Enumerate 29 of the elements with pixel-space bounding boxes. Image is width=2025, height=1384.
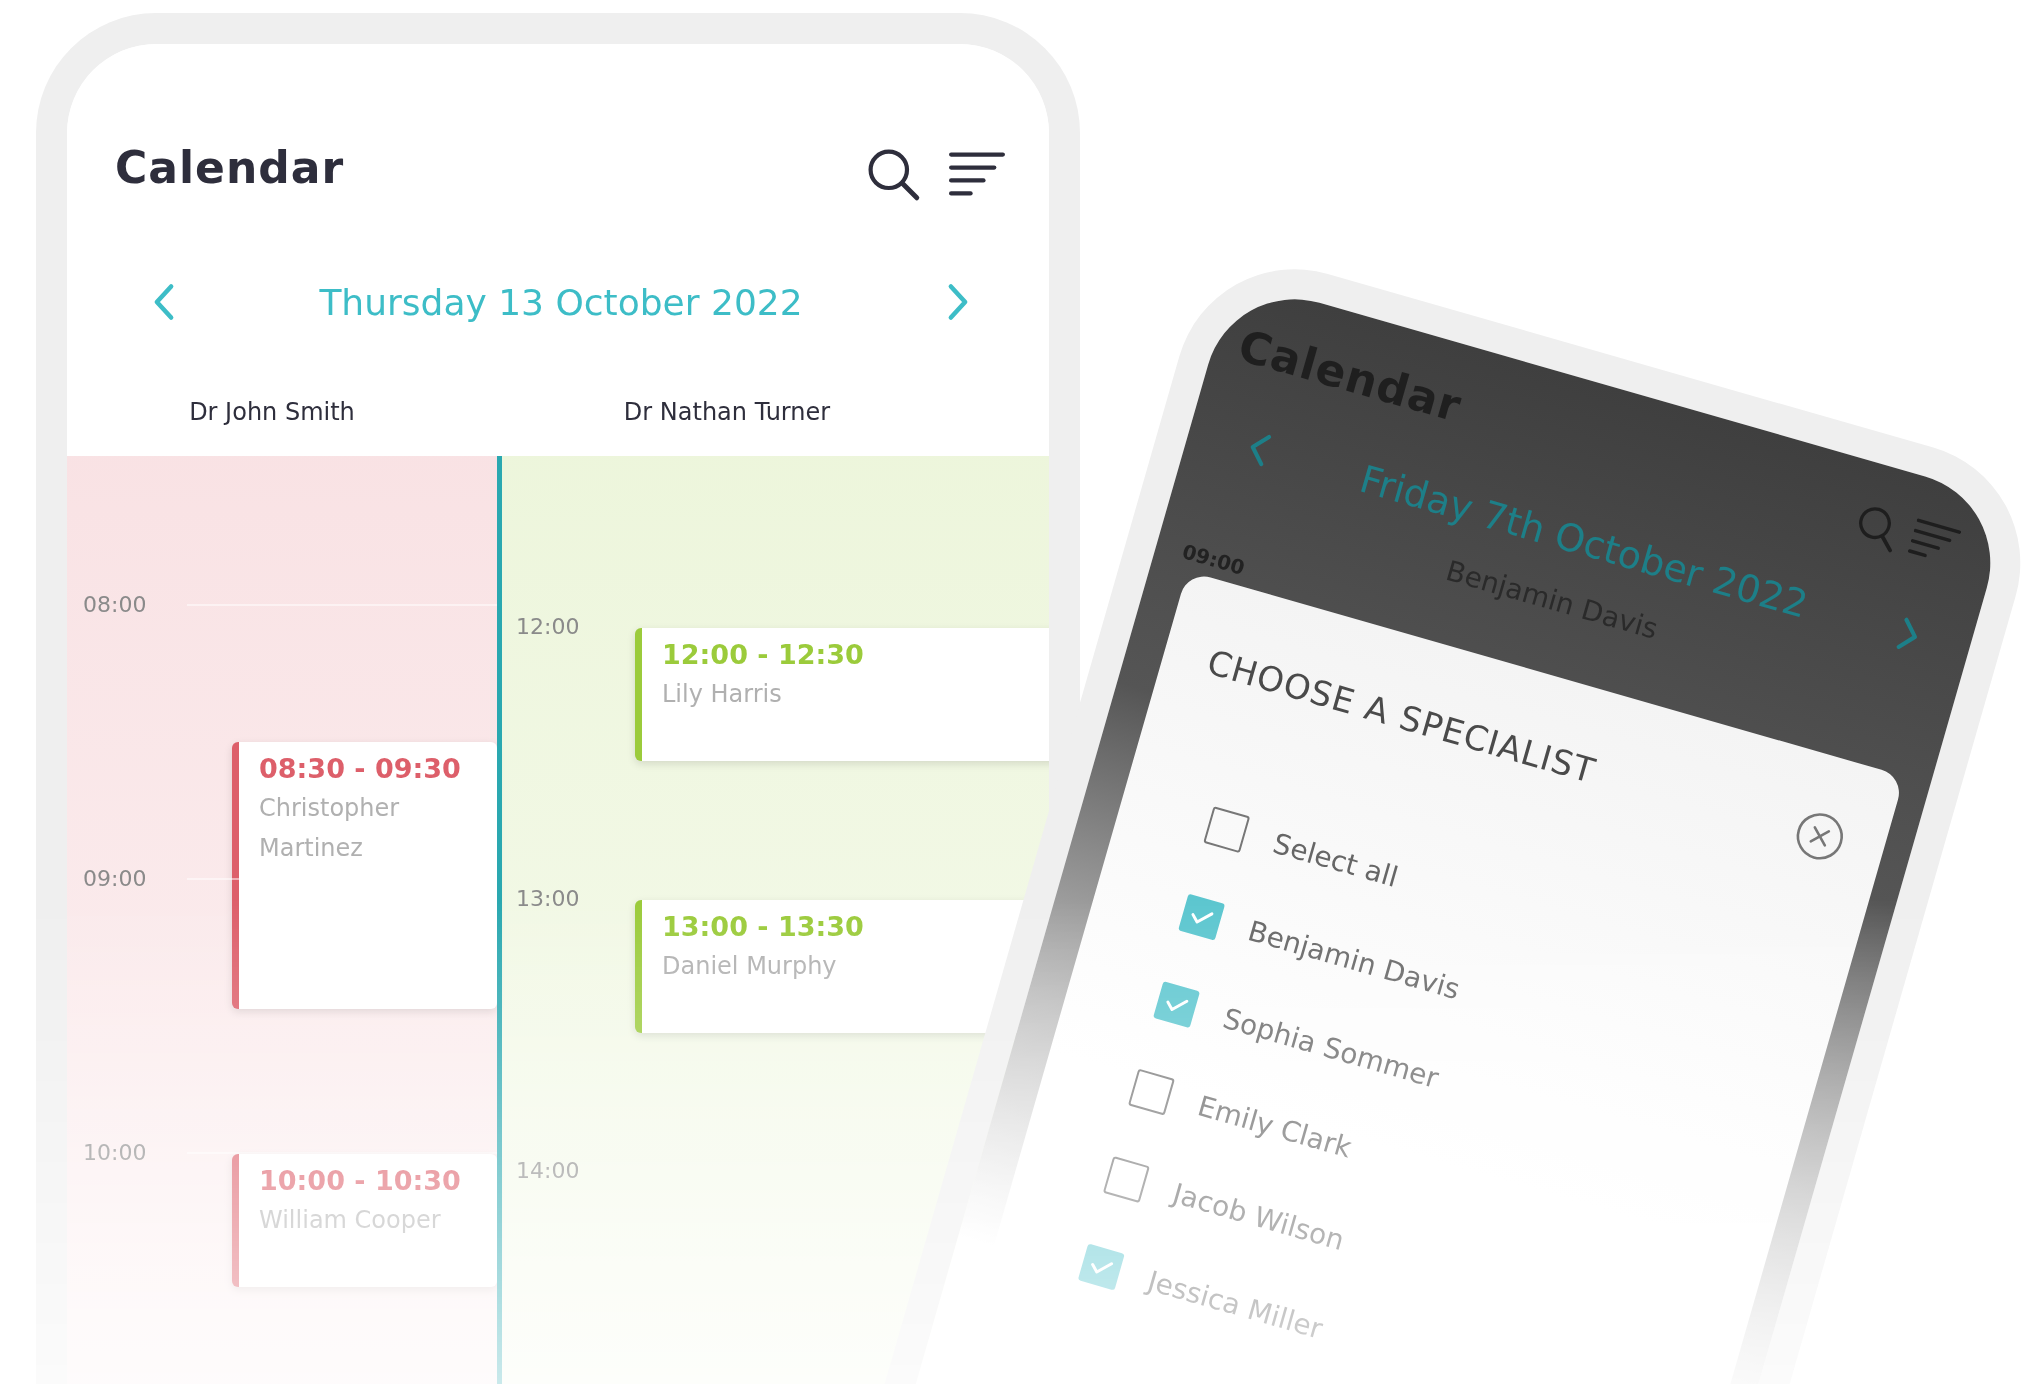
time-label: 13:00 [516,885,580,913]
next-day-icon[interactable] [947,283,969,322]
checkbox[interactable] [1203,805,1251,853]
doctor-name: Dr Nathan Turner [622,398,832,426]
appointment-time: 08:30 - 09:30 [259,752,462,786]
doctor-name: Dr John Smith [188,398,356,426]
appointment-card[interactable]: 12:00 - 12:30 Lily Harris [635,628,1049,761]
patient-name: Christopher Martinez [259,793,401,864]
previous-day-icon[interactable] [153,283,175,322]
time-label: 14:00 [516,1157,580,1185]
filter-icon[interactable] [949,151,1005,197]
time-label: 12:00 [516,613,580,641]
patient-name: Daniel Murphy [662,951,838,982]
option-label: Select all [1269,826,1402,894]
checkbox[interactable] [1128,1068,1176,1116]
checkbox[interactable] [1103,1155,1150,1203]
time-label: 08:00 [83,591,147,619]
appointment-time: 12:00 - 12:30 [662,638,865,672]
patient-name: Lily Harris [662,679,783,710]
appointment-card[interactable]: 08:30 - 09:30 Christopher Martinez [232,742,497,1009]
appointment-time: 10:00 - 10:30 [259,1164,462,1198]
date-label: Thursday 13 October 2022 [319,281,803,323]
option-label: Jacob Wilson [1169,1176,1349,1258]
option-label: Emily Clark [1194,1089,1356,1165]
screen-title: Calendar [115,141,345,195]
time-label: 10:00 [83,1139,147,1167]
appointment-time: 13:00 - 13:30 [662,910,865,944]
option-label: Jessica Miller [1144,1264,1327,1346]
time-label: 09:00 [83,865,147,893]
